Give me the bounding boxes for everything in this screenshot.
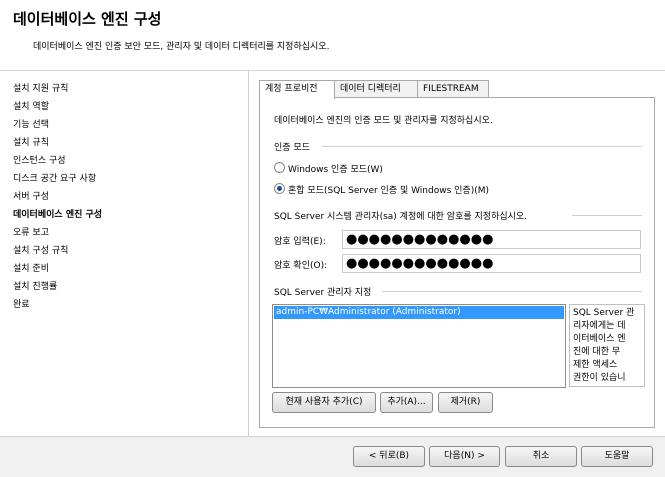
nav-item-feature-selection[interactable]: 기능 선택 <box>13 117 49 130</box>
next-button[interactable]: 다음(N) > <box>429 446 500 467</box>
nav-item-complete[interactable]: 완료 <box>13 297 30 310</box>
password-input-value: ●●●●●●●●●●●●● <box>346 232 494 247</box>
panel-description: 데이터베이스 엔진의 인증 모드 및 관리자를 지정하십시오. <box>274 116 493 126</box>
nav-item-installation-rules[interactable]: 설치 규칙 <box>13 135 49 148</box>
footer-divider <box>0 436 665 437</box>
nav-item-error-reporting[interactable]: 오류 보고 <box>13 225 49 238</box>
nav-item-installation-configuration-rules[interactable]: 설치 구성 규칙 <box>13 243 68 256</box>
admins-label: SQL Server 관리자 지정 <box>274 288 372 298</box>
radio-mixed-mode[interactable] <box>274 183 285 194</box>
sa-password-prompt: SQL Server 시스템 관리자(sa) 계정에 대한 암호를 지정하십시오… <box>274 212 528 222</box>
radio-windows-auth-label[interactable]: Windows 인증 모드(W) <box>288 162 383 175</box>
password-input[interactable]: ●●●●●●●●●●●●● <box>342 230 641 249</box>
add-user-button[interactable]: 추가(A)... <box>380 392 433 413</box>
step-navigation: 설치 지원 규칙 설치 역할 기능 선택 설치 규칙 인스턴스 구성 디스크 공… <box>0 71 249 436</box>
radio-mixed-mode-label[interactable]: 혼합 모드(SQL Server 인증 및 Windows 인증)(M) <box>288 183 489 196</box>
nav-item-installation-progress[interactable]: 설치 진행률 <box>13 279 57 292</box>
password-label: 암호 입력(E): <box>274 237 326 247</box>
nav-item-server-configuration[interactable]: 서버 구성 <box>13 189 49 202</box>
tab-filestream[interactable]: FILESTREAM <box>417 80 489 98</box>
admins-info-note: SQL Server 관 리자에게는 데 이터베이스 엔 진에 대한 무 제한 … <box>569 304 645 387</box>
tab-data-directories[interactable]: 데이터 디렉터리 <box>334 80 418 98</box>
admins-divider <box>382 291 642 292</box>
confirm-password-input[interactable]: ●●●●●●●●●●●●● <box>342 254 641 273</box>
nav-item-ready-to-install[interactable]: 설치 준비 <box>13 261 49 274</box>
admins-note-line: 진에 대한 무 <box>573 347 621 357</box>
nav-item-instance-configuration[interactable]: 인스턴스 구성 <box>13 153 66 166</box>
sa-divider <box>572 215 642 216</box>
nav-item-database-engine-configuration[interactable]: 데이터베이스 엔진 구성 <box>13 207 102 220</box>
radio-windows-auth[interactable] <box>274 162 285 173</box>
auth-mode-divider <box>322 146 642 147</box>
admins-listbox[interactable]: admin-PC₩Administrator (Administrator) <box>272 304 566 388</box>
admins-note-line: 리자에게는 데 <box>573 321 626 331</box>
remove-user-button[interactable]: 제거(R) <box>438 392 493 413</box>
page-title: 데이터베이스 엔진 구성 <box>13 10 162 28</box>
confirm-password-input-value: ●●●●●●●●●●●●● <box>346 256 494 271</box>
add-current-user-button[interactable]: 현재 사용자 추가(C) <box>272 392 376 413</box>
back-button[interactable]: < 뒤로(B) <box>353 446 425 467</box>
admins-note-line: 제한 액세스 <box>573 360 618 370</box>
admins-note-line: 이터베이스 엔 <box>573 334 626 344</box>
help-button[interactable]: 도움말 <box>581 446 653 467</box>
auth-mode-label: 인증 모드 <box>274 143 310 153</box>
nav-item-setup-support-rules[interactable]: 설치 지원 규칙 <box>13 81 68 94</box>
page-subtitle: 데이터베이스 엔진 인증 보안 모드, 관리자 및 데이터 디렉터리를 지정하십… <box>33 42 330 52</box>
tab-panel-account-provisioning: 데이터베이스 엔진의 인증 모드 및 관리자를 지정하십시오. 인증 모드 Wi… <box>259 97 655 428</box>
confirm-password-label: 암호 확인(O): <box>274 261 328 271</box>
admins-list-item[interactable]: admin-PC₩Administrator (Administrator) <box>274 306 564 319</box>
tab-account-provisioning[interactable]: 계정 프로비전 <box>259 80 335 99</box>
admins-note-line: SQL Server 관 <box>573 308 635 318</box>
nav-item-setup-role[interactable]: 설치 역할 <box>13 99 49 112</box>
nav-item-disk-space[interactable]: 디스크 공간 요구 사항 <box>13 171 96 184</box>
cancel-button[interactable]: 취소 <box>505 446 577 467</box>
admins-note-line: 권한이 있습니 <box>573 373 626 383</box>
